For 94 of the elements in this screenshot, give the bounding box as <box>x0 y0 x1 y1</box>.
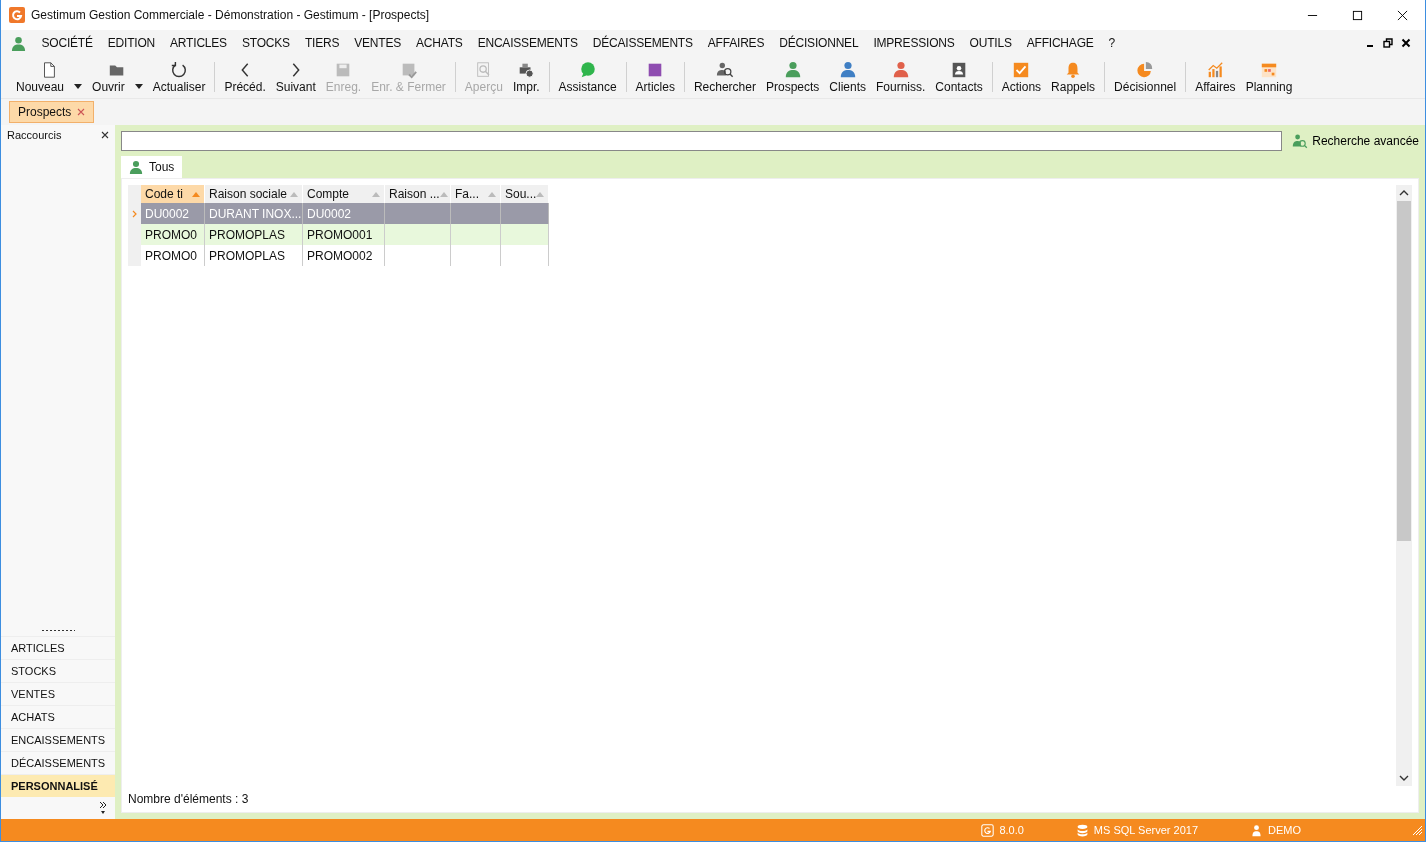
person-search-icon <box>1292 133 1309 149</box>
table-cell <box>451 203 501 224</box>
refresh-icon <box>170 60 189 79</box>
table-cell: PROMO0 <box>141 245 205 266</box>
restore-icon[interactable] <box>1383 38 1393 48</box>
person-icon <box>1250 823 1263 837</box>
toolbar-button[interactable]: Décisionnel <box>1109 56 1182 98</box>
table-cell: PROMO0 <box>141 224 205 245</box>
bar-chart-icon <box>1206 60 1225 79</box>
column-header[interactable]: Code ti <box>141 185 205 203</box>
menu-item[interactable]: DÉCAISSEMENTS <box>585 36 701 50</box>
table-row[interactable]: PROMO0 PROMOPLAS PROMO001 <box>128 224 1396 245</box>
app-logo-icon <box>981 823 995 837</box>
toolbar-button[interactable]: Affaires <box>1190 56 1241 98</box>
menu-item[interactable]: ARTICLES <box>162 36 235 50</box>
close-icon[interactable] <box>1401 38 1411 48</box>
caret-icon[interactable] <box>74 84 83 89</box>
checkbox-icon <box>1012 60 1031 79</box>
toolbar-button[interactable]: Actualiser <box>147 56 211 98</box>
caret-icon[interactable] <box>134 84 143 89</box>
user-label: DEMO <box>1268 824 1301 836</box>
shortcut-item[interactable]: PERSONNALISÉ <box>1 774 115 797</box>
toolbar-button[interactable]: Assistance <box>553 56 622 98</box>
table-cell <box>385 224 451 245</box>
table-cell: DU0002 <box>141 203 205 224</box>
view-tab[interactable]: Tous <box>121 156 183 178</box>
sort-arrow-icon <box>439 191 448 197</box>
panel-title: Raccourcis <box>7 129 62 141</box>
app-logo-icon <box>9 7 25 23</box>
toolbar-button[interactable]: Articles <box>630 56 680 98</box>
person-search-icon <box>715 60 734 79</box>
sort-arrow-icon <box>290 191 298 197</box>
window-title: Gestimum Gestion Commerciale - Démonstration - Gestimum - [Prospects] <box>31 8 431 22</box>
splitter-grip[interactable] <box>41 629 75 632</box>
table-cell: PROMOPLAS <box>205 245 303 266</box>
toolbar-button[interactable]: Rappels <box>1046 56 1101 98</box>
resize-grip-icon[interactable] <box>1411 824 1423 836</box>
menu-item[interactable]: STOCKS <box>234 36 298 50</box>
sort-arrow-icon <box>536 191 545 197</box>
toolbar-button[interactable]: Impr. <box>507 56 545 98</box>
table-cell: DU0002 <box>303 203 385 224</box>
chevron-double-right-icon[interactable] <box>99 801 107 815</box>
menu-item[interactable]: EDITION <box>100 36 163 50</box>
toolbar-button[interactable]: Nouveau <box>11 56 88 98</box>
menu-item[interactable]: SOCIÉTÉ <box>34 36 101 50</box>
table-cell: PROMO001 <box>303 224 385 245</box>
menu-item[interactable]: TIERS <box>297 36 347 50</box>
menu-item[interactable]: AFFAIRES <box>700 36 772 50</box>
person-icon <box>838 60 857 79</box>
menu-item[interactable]: DÉCISIONNEL <box>771 36 866 50</box>
menu-item[interactable]: OUTILS <box>962 36 1020 50</box>
person-icon <box>129 160 143 174</box>
table-row[interactable]: PROMO0 PROMOPLAS PROMO002 <box>128 245 1396 266</box>
toolbar-button[interactable]: Actions <box>996 56 1047 98</box>
menu-item[interactable]: ? <box>1101 36 1123 50</box>
database-label: MS SQL Server 2017 <box>1093 824 1198 836</box>
sort-arrow-icon <box>488 191 496 197</box>
menu-item[interactable]: AFFICHAGE <box>1019 36 1102 50</box>
sort-arrow-icon <box>192 191 200 197</box>
menu-item[interactable]: ACHATS <box>408 36 471 50</box>
version-label: 8.0.0 <box>999 824 1024 836</box>
toolbar-button[interactable]: Fourniss. <box>871 56 931 98</box>
table-cell: PROMOPLAS <box>205 224 303 245</box>
person-icon <box>891 60 910 79</box>
toolbar-button[interactable]: Prospects <box>760 56 825 98</box>
table-cell: PROMO002 <box>303 245 385 266</box>
table-cell <box>501 224 549 245</box>
toolbar-button[interactable]: Suivant <box>270 56 321 98</box>
table-cell <box>385 203 451 224</box>
toolbar-button[interactable]: Précéd. <box>219 56 271 98</box>
person-icon <box>783 60 802 79</box>
toolbar-button[interactable]: Contacts <box>930 56 988 98</box>
row-pointer-icon <box>132 209 137 218</box>
person-icon <box>11 35 26 51</box>
toolbar-button[interactable]: Rechercher <box>688 56 761 98</box>
menu-item[interactable]: ENCAISSEMENTS <box>470 36 586 50</box>
search-field[interactable] <box>121 131 1283 151</box>
toolbar-button[interactable]: Clients <box>824 56 871 98</box>
close-icon[interactable] <box>101 131 109 139</box>
vertical-scrollbar[interactable] <box>1396 185 1412 786</box>
menu-item[interactable]: IMPRESSIONS <box>865 36 963 50</box>
table-cell <box>451 224 501 245</box>
advanced-search-button[interactable]: Recherche avancée <box>1292 133 1419 149</box>
item-count: Nombre d'éléments : 3 <box>128 791 250 806</box>
document-tab[interactable]: Prospects <box>9 101 95 123</box>
toolbar-button[interactable]: Planning <box>1240 56 1298 98</box>
table-cell: DURANT INOX... <box>205 203 303 224</box>
pie-chart-icon <box>1136 60 1155 79</box>
sort-arrow-icon <box>372 191 380 197</box>
table-cell <box>501 203 549 224</box>
chat-bubble-icon <box>578 60 597 79</box>
menu-item[interactable]: VENTES <box>346 36 409 50</box>
database-icon <box>1075 823 1089 837</box>
toolbar-button[interactable]: Ouvrir <box>87 56 148 98</box>
